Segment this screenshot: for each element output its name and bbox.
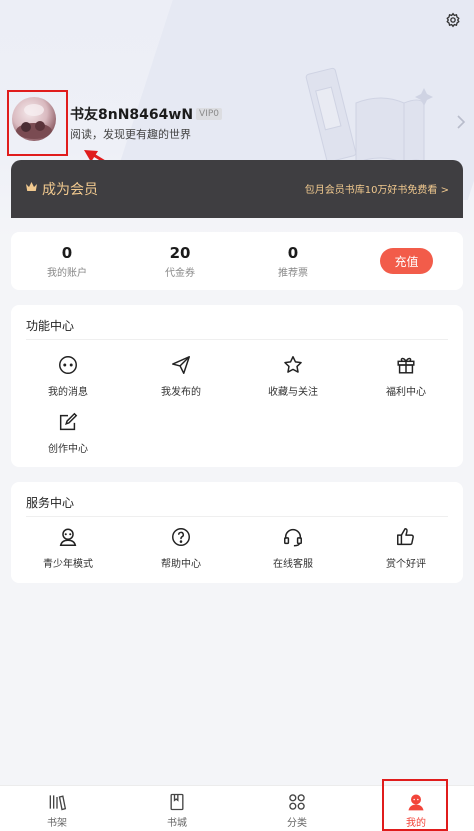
item-label: 帮助中心 — [161, 559, 201, 570]
tab-label: 书城 — [167, 818, 187, 829]
username[interactable]: 书友8nN8464wN VIP0 — [70, 104, 223, 124]
item-label: 收藏与关注 — [268, 387, 318, 398]
section-title: 服务中心 — [26, 496, 75, 510]
help-icon — [172, 528, 190, 546]
function-center-card: 功能中心 我的消息 我发布的 收藏与关注 福利中心 创作中心 — [11, 305, 463, 467]
tab-annotation-box — [382, 779, 448, 831]
item-label: 我的消息 — [48, 387, 88, 398]
user-signature: 阅读，发现更有趣的世界 — [70, 128, 191, 141]
vip-level-badge: VIP0 — [196, 108, 223, 120]
online-service-item[interactable]: 在线客服 — [248, 525, 338, 570]
tab-label: 分类 — [287, 818, 307, 829]
crown-icon — [26, 182, 37, 191]
stat-recommend-tickets[interactable]: 0 推荐票 — [253, 244, 333, 279]
username-text: 书友8nN8464wN — [70, 107, 194, 123]
service-center-card: 服务中心 青少年模式 帮助中心 在线客服 赏个好评 — [11, 482, 463, 583]
tab-bookstore[interactable]: 书城 — [147, 792, 207, 829]
stat-vouchers[interactable]: 20 代金券 — [140, 244, 220, 279]
star-icon — [284, 356, 302, 373]
divider — [26, 516, 448, 517]
help-center-item[interactable]: 帮助中心 — [136, 525, 226, 570]
item-label: 我发布的 — [161, 387, 201, 398]
item-label: 青少年模式 — [43, 559, 93, 570]
youth-mode-item[interactable]: 青少年模式 — [23, 525, 113, 570]
give-rating-item[interactable]: 赏个好评 — [361, 525, 451, 570]
stat-value: 0 — [287, 244, 299, 262]
divider — [26, 339, 448, 340]
stat-value: 20 — [169, 244, 191, 262]
item-label: 在线客服 — [273, 559, 313, 570]
stat-label: 代金券 — [165, 268, 195, 279]
bookstore-icon — [170, 793, 184, 811]
section-title: 功能中心 — [26, 319, 75, 333]
item-label: 福利中心 — [386, 387, 426, 398]
favorites-follow-item[interactable]: 收藏与关注 — [248, 353, 338, 398]
youth-mode-icon — [59, 528, 77, 546]
stat-label: 推荐票 — [278, 268, 308, 279]
category-icon — [289, 794, 305, 810]
books-illustration — [305, 67, 433, 165]
thumbs-up-icon — [397, 528, 414, 546]
stat-my-account[interactable]: 0 我的账户 — [27, 244, 107, 279]
gear-icon — [446, 12, 460, 28]
item-label: 创作中心 — [48, 444, 88, 455]
my-posts-item[interactable]: 我发布的 — [136, 353, 226, 398]
bookshelf-icon — [49, 795, 67, 811]
headset-icon — [284, 529, 302, 547]
tab-bookshelf[interactable]: 书架 — [27, 792, 87, 829]
item-label: 赏个好评 — [386, 559, 426, 570]
vip-membership-banner[interactable]: 成为会员 包月会员书库10万好书免费看 > — [11, 160, 463, 218]
edit-icon — [59, 412, 78, 431]
account-stats-card: 0 我的账户 20 代金券 0 推荐票 充值 — [11, 232, 463, 290]
send-icon — [172, 356, 190, 374]
creation-center-item[interactable]: 创作中心 — [23, 410, 113, 455]
gift-icon — [397, 357, 415, 374]
welfare-center-item[interactable]: 福利中心 — [361, 353, 451, 398]
vip-promo-link[interactable]: 包月会员书库10万好书免费看 > — [305, 181, 449, 196]
stat-label: 我的账户 — [47, 268, 87, 279]
settings-button[interactable] — [444, 11, 462, 29]
vip-banner-title: 成为会员 — [42, 182, 98, 198]
tab-label: 书架 — [47, 818, 67, 829]
message-icon — [59, 356, 77, 374]
chevron-right-icon[interactable] — [456, 114, 466, 130]
tab-category[interactable]: 分类 — [267, 792, 327, 829]
stat-value: 0 — [61, 244, 73, 262]
my-messages-item[interactable]: 我的消息 — [23, 353, 113, 398]
avatar-annotation-box — [7, 90, 68, 156]
recharge-button[interactable]: 充值 — [380, 248, 433, 274]
